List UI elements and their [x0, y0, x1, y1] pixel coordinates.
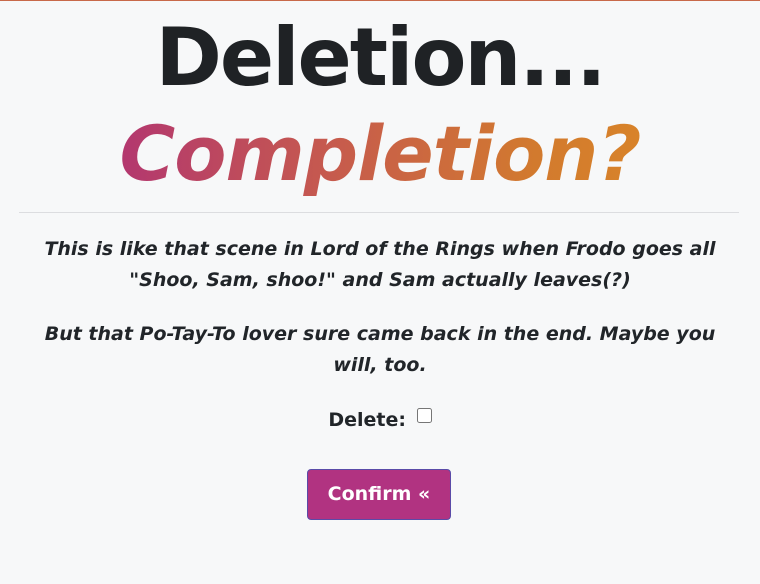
page-title-line-1: Deletion... [155, 11, 606, 104]
followup-paragraph: But that Po-Tay-To lover sure came back … [44, 323, 716, 376]
confirm-button[interactable]: Confirm « [307, 469, 451, 520]
delete-label: Delete: [328, 409, 406, 431]
top-border-line [0, 0, 760, 1]
delete-checkbox[interactable] [416, 408, 432, 423]
page-title: Deletion... Completion? [0, 10, 760, 202]
page-title-line-2: Completion? [120, 106, 642, 202]
title-divider [19, 212, 739, 213]
intro-paragraph: This is like that scene in Lord of the R… [44, 238, 716, 291]
delete-field-row: Delete: [0, 405, 760, 435]
